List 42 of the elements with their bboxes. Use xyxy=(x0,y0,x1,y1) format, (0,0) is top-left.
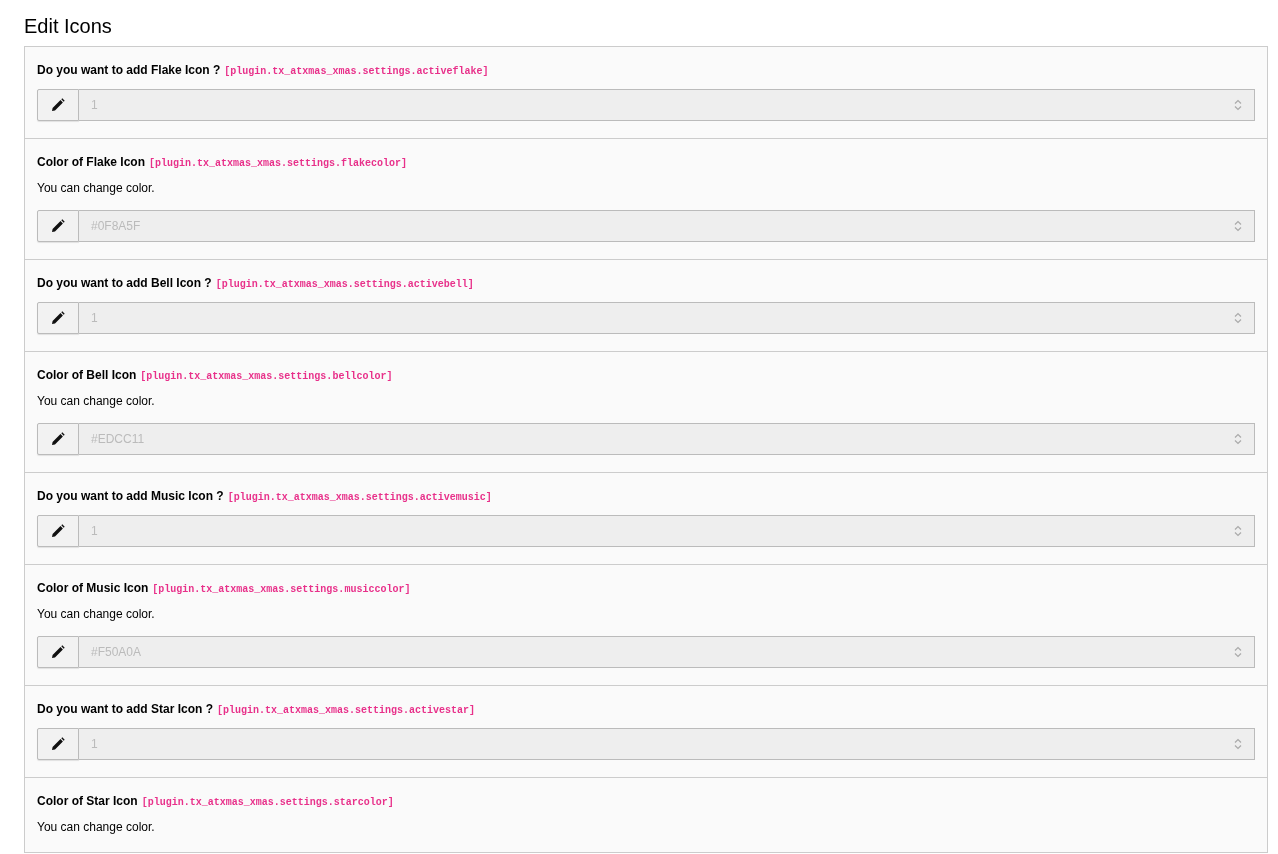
edit-button[interactable] xyxy=(37,89,79,121)
setting-label: Do you want to add Flake Icon ? xyxy=(37,62,221,78)
edit-button[interactable] xyxy=(37,423,79,455)
up-down-chevron-icon xyxy=(1234,433,1242,445)
pencil-icon xyxy=(51,311,65,325)
setting-description: You can change color. xyxy=(37,819,156,835)
setting-label: Color of Bell Icon xyxy=(37,367,137,383)
pencil-icon xyxy=(51,524,65,538)
edit-button[interactable] xyxy=(37,515,79,547)
setting-key: [plugin.tx_atxmas_xmas.settings.activeflake] xyxy=(224,64,489,80)
setting-label: Do you want to add Music Icon ? xyxy=(37,488,224,504)
up-down-chevron-icon xyxy=(1234,738,1242,750)
edit-button[interactable] xyxy=(37,210,79,242)
setting-description: You can change color. xyxy=(37,180,156,196)
pencil-icon xyxy=(51,432,65,446)
setting-label: Do you want to add Star Icon ? xyxy=(37,701,213,717)
up-down-chevron-icon xyxy=(1234,99,1242,111)
setting-key: [plugin.tx_atxmas_xmas.settings.activebell] xyxy=(215,277,474,293)
pencil-icon xyxy=(51,645,65,659)
setting-key: [plugin.tx_atxmas_xmas.settings.flakecolor] xyxy=(149,156,408,172)
setting-key: [plugin.tx_atxmas_xmas.settings.activestar] xyxy=(217,703,476,719)
setting-label: Do you want to add Bell Icon ? xyxy=(37,275,212,291)
setting-key: [plugin.tx_atxmas_xmas.settings.musiccolor] xyxy=(152,582,411,598)
setting-description: You can change color. xyxy=(37,393,156,409)
setting-key: [plugin.tx_atxmas_xmas.settings.starcolor] xyxy=(141,795,394,811)
pencil-icon xyxy=(51,219,65,233)
pencil-icon xyxy=(51,98,65,112)
up-down-chevron-icon xyxy=(1234,525,1242,537)
edit-button[interactable] xyxy=(37,728,79,760)
edit-button[interactable] xyxy=(37,636,79,668)
setting-label: Color of Music Icon xyxy=(37,580,149,596)
setting-label: Color of Flake Icon xyxy=(37,154,145,170)
up-down-chevron-icon xyxy=(1234,646,1242,658)
page-title: Edit Icons xyxy=(24,14,113,39)
up-down-chevron-icon xyxy=(1234,220,1242,232)
setting-key: [plugin.tx_atxmas_xmas.settings.bellcolor] xyxy=(140,369,393,385)
setting-key: [plugin.tx_atxmas_xmas.settings.activemusic] xyxy=(227,490,492,506)
setting-label: Color of Star Icon xyxy=(37,793,138,809)
edit-button[interactable] xyxy=(37,302,79,334)
setting-description: You can change color. xyxy=(37,606,156,622)
pencil-icon xyxy=(51,737,65,751)
up-down-chevron-icon xyxy=(1234,312,1242,324)
